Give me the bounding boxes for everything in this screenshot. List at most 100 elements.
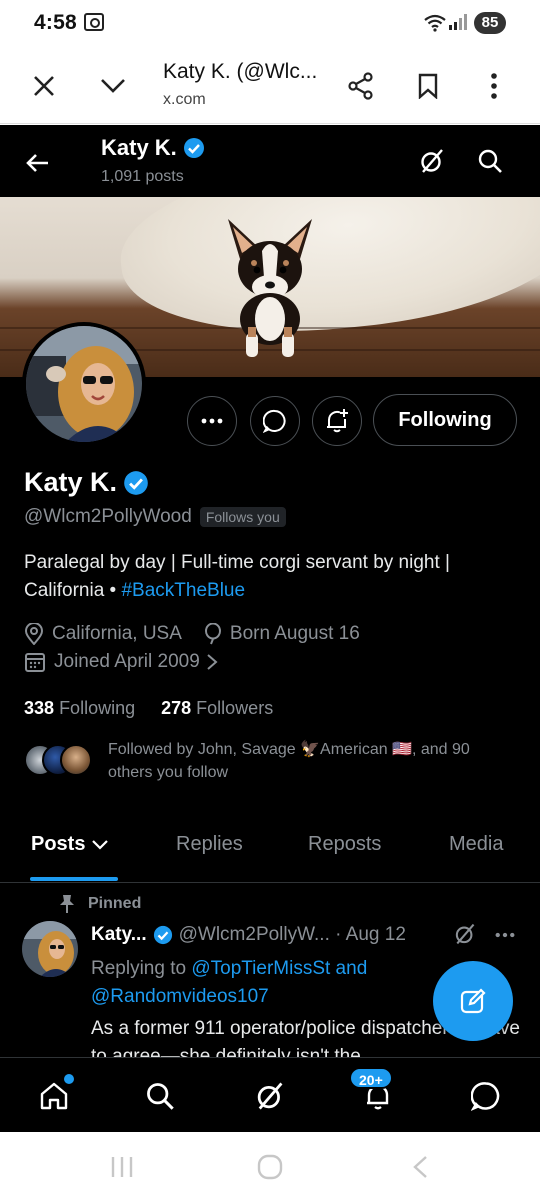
reply-and-text: and — [330, 958, 368, 979]
status-bar: 4:58 85 — [0, 0, 540, 46]
x-profile-page: Katy K. 1,091 posts Following Katy K. @W… — [0, 125, 540, 1132]
tab-reposts[interactable]: Reposts — [308, 833, 381, 856]
home-system-button[interactable] — [250, 1152, 290, 1182]
screenshot-indicator-icon — [84, 13, 104, 31]
profile-tabs: Posts Replies Reposts Media — [0, 815, 540, 883]
wifi-icon — [424, 14, 446, 32]
joined-text: Joined April 2009 — [54, 651, 200, 672]
chevron-down-icon — [101, 79, 125, 93]
verified-badge-icon — [183, 138, 204, 158]
back-system-button[interactable] — [400, 1152, 440, 1182]
grok-button[interactable] — [414, 143, 450, 179]
profile-header-bar: Katy K. 1,091 posts — [0, 125, 540, 197]
reply-user-link[interactable]: @Randomvideos107 — [91, 986, 269, 1007]
search-button[interactable] — [472, 143, 508, 179]
more-actions-button[interactable] — [187, 396, 237, 446]
bookmark-icon — [418, 73, 438, 99]
status-time: 4:58 — [34, 11, 77, 34]
back-button[interactable] — [20, 145, 56, 181]
following-count: 338 — [24, 698, 55, 718]
nav-grok[interactable] — [248, 1074, 292, 1118]
notifications-toggle-button[interactable] — [312, 396, 362, 446]
active-tab-indicator — [30, 877, 118, 881]
location-pin-icon — [24, 623, 44, 645]
browser-toolbar: Katy K. (@Wlc... x.com — [0, 46, 540, 124]
followed-by-avatars — [24, 744, 94, 778]
tab-media[interactable]: Media — [449, 833, 503, 856]
chat-bubble-icon — [471, 1082, 500, 1111]
grok-icon[interactable] — [453, 922, 477, 946]
tab-replies[interactable]: Replies — [176, 833, 243, 856]
page-url: x.com — [163, 91, 206, 108]
location-text: California, USA — [52, 623, 182, 644]
more-options-button[interactable] — [476, 68, 512, 104]
follows-you-badge: Follows you — [199, 507, 286, 527]
chat-bubble-icon — [263, 409, 286, 433]
followers-count-link[interactable]: 278 Followers — [161, 698, 273, 719]
profile-handle: @Wlcm2PollyWood — [24, 506, 192, 527]
profile-handle-row: @Wlcm2PollyWood Follows you — [24, 506, 286, 528]
home-circle-icon — [257, 1154, 283, 1180]
profile-avatar[interactable] — [22, 322, 146, 446]
compose-post-button[interactable] — [433, 961, 513, 1041]
header-post-count: 1,091 posts — [101, 168, 184, 185]
location: California, USA — [24, 623, 182, 645]
home-icon — [40, 1082, 68, 1110]
profile-name: Katy K. — [24, 467, 149, 498]
share-icon — [348, 72, 373, 100]
share-button[interactable] — [343, 68, 379, 104]
pinned-label: Pinned — [88, 895, 142, 912]
avatar-photo — [26, 326, 142, 442]
replying-to-prefix: Replying to — [91, 958, 192, 979]
reply-user-link[interactable]: @TopTierMissSt — [191, 958, 330, 979]
grok-icon — [257, 1082, 283, 1110]
search-icon — [478, 149, 502, 173]
bookmark-button[interactable] — [410, 68, 446, 104]
joined-date: Joined April 2009 — [24, 651, 200, 673]
signal-icon — [449, 14, 467, 30]
search-icon — [147, 1083, 174, 1110]
bio-hashtag-link[interactable]: #BackTheBlue — [121, 580, 245, 601]
calendar-icon — [25, 653, 45, 672]
verified-badge-icon[interactable] — [123, 470, 149, 496]
home-notification-dot — [64, 1074, 74, 1084]
following-button[interactable]: Following — [373, 394, 517, 446]
follower-avatar — [60, 744, 92, 776]
expand-button[interactable] — [95, 68, 131, 104]
post-author-name[interactable]: Katy... — [91, 924, 147, 946]
birthday: Born August 16 — [204, 623, 360, 645]
notifications-badge: 20+ — [349, 1067, 393, 1089]
more-horizontal-icon[interactable] — [495, 932, 515, 938]
back-chevron-icon — [413, 1156, 427, 1178]
recent-apps-button[interactable] — [102, 1152, 142, 1182]
post-header: Katy... @Wlcm2PollyW... · Aug 12 — [91, 922, 531, 946]
chevron-right-icon — [207, 654, 218, 670]
message-button[interactable] — [250, 396, 300, 446]
nav-messages[interactable] — [464, 1074, 508, 1118]
followers-count: 278 — [161, 698, 192, 718]
followed-by-text: Followed by John, Savage 🦅American 🇺🇸, a… — [108, 741, 470, 781]
birthday-text: Born August 16 — [229, 623, 360, 644]
chevron-down-icon — [92, 839, 109, 850]
android-navigation-bar — [0, 1132, 540, 1200]
bottom-navigation: 20+ — [0, 1057, 540, 1132]
header-name-text: Katy K. — [101, 135, 177, 160]
pinned-indicator: Pinned — [58, 894, 141, 914]
post-handle-date: @Wlcm2PollyW... · Aug 12 — [178, 924, 406, 945]
tab-posts[interactable]: Posts — [31, 833, 109, 856]
joined-row[interactable]: Joined April 2009 — [24, 651, 218, 673]
following-label: Following — [59, 698, 136, 718]
nav-home[interactable] — [32, 1074, 76, 1118]
followed-by-row[interactable]: Followed by John, Savage 🦅American 🇺🇸, a… — [24, 738, 524, 788]
followers-label: Followers — [196, 698, 274, 718]
nav-search[interactable] — [138, 1074, 182, 1118]
following-count-link[interactable]: 338 Following — [24, 698, 135, 719]
post-author-avatar[interactable] — [22, 921, 78, 977]
close-tab-button[interactable] — [26, 68, 62, 104]
page-title: Katy K. (@Wlc... — [163, 60, 318, 83]
corgi-puppy-photo — [228, 219, 312, 357]
profile-meta-row: California, USA Born August 16 — [24, 623, 382, 645]
header-name: Katy K. — [101, 135, 205, 161]
close-icon — [34, 76, 54, 96]
back-arrow-icon — [26, 154, 48, 172]
